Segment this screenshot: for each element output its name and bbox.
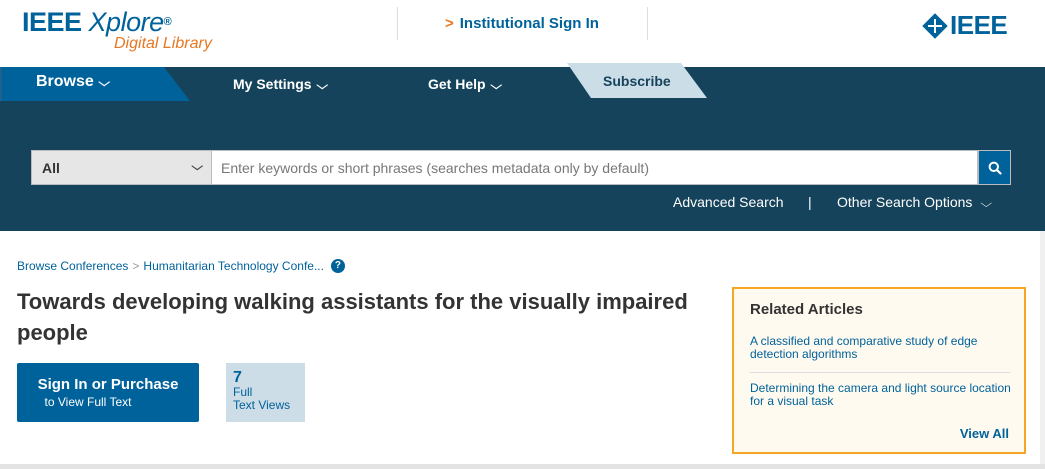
ieee-brand-logo[interactable]: IEEE xyxy=(922,10,1008,41)
search-bar: All ⌵ xyxy=(31,150,1011,185)
chevron-down-icon: ⌵ xyxy=(980,198,993,210)
metric-label-line2: Text Views xyxy=(233,398,291,412)
related-article-link[interactable]: Determining the camera and light source … xyxy=(750,382,1012,408)
nav-my-settings-label: My Settings xyxy=(233,76,312,92)
chevron-down-icon: ⌵ xyxy=(315,80,328,92)
logo-digital-library-text: Digital Library xyxy=(114,35,212,52)
chevron-down-icon: ⌵ xyxy=(489,80,502,92)
signin-purchase-button[interactable]: Sign In or Purchase to View Full Text xyxy=(17,363,199,422)
divider xyxy=(0,464,1045,469)
related-articles-panel: Related Articles A classified and compar… xyxy=(732,287,1026,454)
main-nav: Browse ⌵ My Settings ⌵ Get Help ⌵ Subscribe xyxy=(0,63,1045,101)
advanced-search-link[interactable]: Advanced Search xyxy=(673,194,784,210)
metric-value: 7 xyxy=(233,369,242,386)
divider xyxy=(750,372,1010,373)
breadcrumb-browse-conferences[interactable]: Browse Conferences xyxy=(17,259,128,273)
signin-button-label: Sign In or Purchase xyxy=(37,376,179,393)
nav-browse[interactable]: Browse ⌵ xyxy=(36,65,110,99)
ieee-diamond-icon xyxy=(922,12,948,39)
other-search-options-label: Other Search Options xyxy=(837,194,973,210)
other-search-options-dropdown[interactable]: Other Search Options ⌵ xyxy=(837,194,993,211)
ieee-brand-text: IEEE xyxy=(950,10,1008,40)
institutional-signin-link[interactable]: > Institutional Sign In xyxy=(445,15,599,32)
breadcrumb-conference[interactable]: Humanitarian Technology Confe... xyxy=(143,259,324,273)
header-divider xyxy=(647,7,648,40)
nav-browse-label: Browse xyxy=(36,73,94,90)
help-icon[interactable]: ? xyxy=(330,259,345,273)
breadcrumb-separator: > xyxy=(132,259,140,273)
signin-button-sublabel: to View Full Text xyxy=(44,395,132,409)
nav-subscribe-label[interactable]: Subscribe xyxy=(603,73,671,89)
search-input[interactable] xyxy=(212,150,978,185)
related-article-link[interactable]: A classified and comparative study of ed… xyxy=(750,335,1012,361)
search-button[interactable] xyxy=(978,150,1011,185)
breadcrumb: Browse Conferences > Humanitarian Techno… xyxy=(17,259,345,273)
chevron-down-icon: ⌵ xyxy=(190,161,203,173)
logo-xplore-text: Xplore xyxy=(88,7,165,37)
logo-ieee-text: IEEE xyxy=(22,7,82,37)
scrollbar-track[interactable] xyxy=(1040,231,1045,469)
chevron-down-icon: ⌵ xyxy=(98,77,110,89)
page-title: Towards developing walking assistants fo… xyxy=(17,289,688,345)
related-articles-title: Related Articles xyxy=(750,301,863,318)
site-header: IEEE Xplore® Digital Library > Institutio… xyxy=(0,0,1045,67)
nav-get-help-label: Get Help xyxy=(428,76,486,92)
institutional-signin-label: Institutional Sign In xyxy=(459,15,599,32)
nav-get-help[interactable]: Get Help ⌵ xyxy=(428,67,502,101)
search-panel: All ⌵ Advanced Search | Other Search Opt… xyxy=(0,101,1045,231)
view-all-link[interactable]: View All xyxy=(960,426,1009,441)
header-divider xyxy=(397,7,398,40)
link-separator: | xyxy=(808,194,812,210)
full-text-views-metric[interactable]: 7 Full Text Views xyxy=(226,363,305,422)
search-scope-select[interactable]: All ⌵ xyxy=(31,150,212,185)
logo-registered-mark: ® xyxy=(163,16,172,28)
nav-my-settings[interactable]: My Settings ⌵ xyxy=(233,67,328,101)
ieee-xplore-logo[interactable]: IEEE Xplore® Digital Library xyxy=(22,7,212,52)
search-icon xyxy=(988,161,1002,175)
search-scope-value: All xyxy=(42,159,60,176)
chevron-right-icon: > xyxy=(445,15,454,32)
